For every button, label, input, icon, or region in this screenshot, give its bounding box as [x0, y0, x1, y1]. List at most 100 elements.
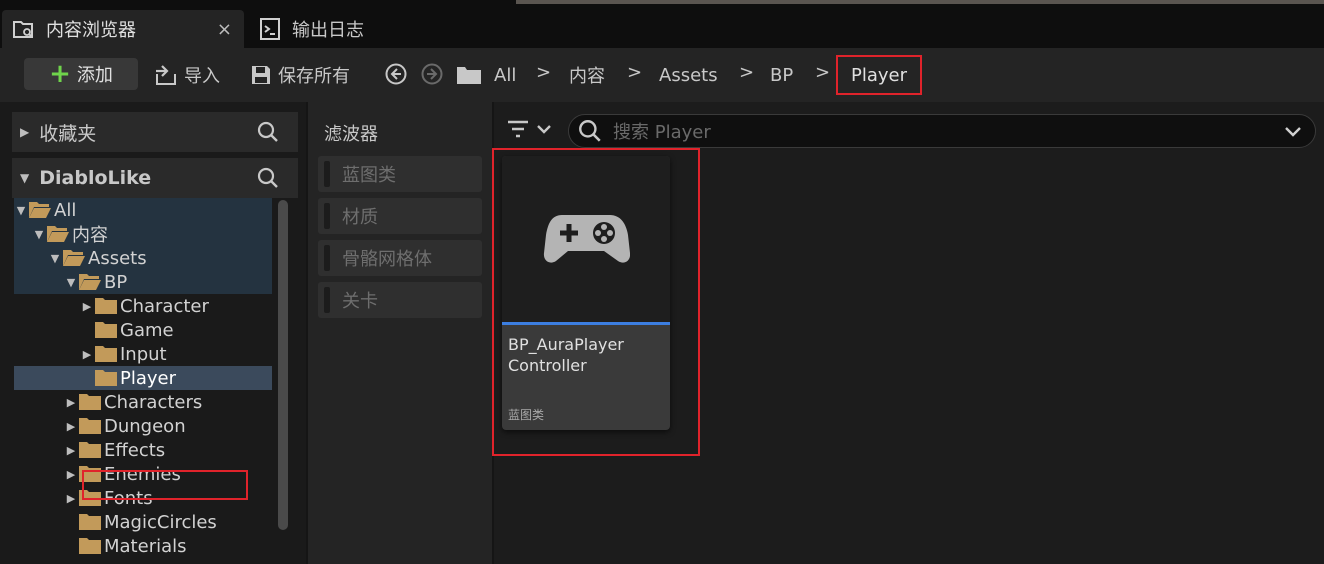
chevron-down-icon[interactable]: ▼ [64, 276, 78, 289]
back-icon[interactable] [385, 63, 407, 85]
chevron-right-icon[interactable]: ▶ [64, 396, 78, 409]
add-label: 添加 [76, 65, 113, 86]
tab-label: 输出日志 [292, 20, 364, 41]
favorites-header[interactable]: ▶ 收藏夹 [12, 112, 298, 152]
folder-icon [79, 514, 101, 530]
project-label: DiabloLike [39, 167, 152, 189]
search-input[interactable]: 搜索 Player [568, 114, 1316, 148]
filter-icon[interactable] [506, 118, 554, 140]
tree-item-game[interactable]: Game [14, 318, 272, 342]
asset-type: 蓝图类 [508, 408, 545, 422]
favorites-label: 收藏夹 [39, 122, 97, 145]
filter-toggle [324, 245, 330, 271]
filter-blueprint-class[interactable]: 蓝图类 [318, 156, 482, 192]
chevron-right-icon[interactable]: ▶ [80, 300, 94, 313]
import-label: 导入 [184, 66, 220, 87]
filter-toggle [324, 161, 330, 187]
search-placeholder: 搜索 Player [613, 122, 711, 143]
tree-item-player[interactable]: Player [14, 366, 272, 390]
chevron-right-icon: > [739, 62, 755, 83]
breadcrumb-assets[interactable]: Assets [659, 62, 718, 88]
filter-label: 骨骼网格体 [342, 249, 432, 270]
search-icon[interactable] [256, 166, 280, 190]
folder-open-icon [47, 226, 69, 242]
import-button[interactable]: 导入 [154, 62, 220, 88]
filter-label: 关卡 [342, 291, 378, 312]
folder-tree: ▼ All ▼ 内容 ▼ Assets ▼ BP ▶ Character Game ▶ Input Pla… [14, 198, 272, 564]
tree-item-label: Assets [88, 247, 147, 269]
asset-tile[interactable]: BP_AuraPlayer Controller 蓝图类 [502, 156, 670, 430]
tab-bar: 内容浏览器 × 输出日志 [0, 0, 1324, 48]
chevron-right-icon[interactable]: ▶ [80, 348, 94, 361]
tree-item-内容[interactable]: ▼ 内容 [14, 222, 272, 246]
close-icon[interactable]: × [217, 19, 232, 40]
search-icon [579, 120, 601, 142]
chevron-down-icon: ▼ [20, 171, 30, 185]
tree-item-character[interactable]: ▶ Character [14, 294, 272, 318]
save-icon [252, 66, 270, 84]
chevron-right-icon: > [536, 62, 552, 83]
tree-item-materials[interactable]: Materials [14, 534, 272, 558]
tree-item-effects[interactable]: ▶ Effects [14, 438, 272, 462]
folder-open-icon [63, 250, 85, 266]
tree-item-dungeon[interactable]: ▶ Dungeon [14, 414, 272, 438]
chevron-right-icon: > [815, 62, 831, 83]
chevron-right-icon[interactable]: ▶ [64, 420, 78, 433]
tree-item-all[interactable]: ▼ All [14, 198, 272, 222]
chevron-right-icon[interactable]: ▶ [64, 492, 78, 505]
tree-item-label: Dungeon [104, 415, 186, 437]
tree-item-label: Input [120, 343, 167, 365]
tree-item-label: Game [120, 319, 174, 341]
tab-content-browser[interactable]: 内容浏览器 × [2, 10, 244, 48]
folder-icon [79, 418, 101, 434]
chevron-down-icon[interactable] [1283, 121, 1303, 141]
output-log-icon [258, 17, 282, 41]
chevron-right-icon[interactable]: ▶ [64, 444, 78, 457]
tree-item-assets[interactable]: ▼ Assets [14, 246, 272, 270]
save-all-button[interactable]: 保存所有 [250, 62, 350, 88]
forward-icon[interactable] [421, 63, 443, 85]
tab-output-log[interactable]: 输出日志 [250, 10, 420, 48]
tree-item-characters[interactable]: ▶ Characters [14, 390, 272, 414]
chevron-right-icon: ▶ [20, 125, 30, 139]
folder-icon [95, 298, 117, 314]
filter-material[interactable]: 材质 [318, 198, 482, 234]
viewport-strip [516, 0, 1324, 4]
tree-item-magiccircles[interactable]: MagicCircles [14, 510, 272, 534]
content-browser-icon [12, 17, 36, 41]
breadcrumb-player[interactable]: Player [836, 55, 922, 95]
plus-icon: + [49, 59, 71, 89]
tree-item-bp[interactable]: ▼ BP [14, 270, 272, 294]
asset-type-bar [502, 322, 670, 325]
breadcrumb-content[interactable]: 内容 [569, 62, 605, 88]
tree-scrollbar[interactable] [278, 200, 288, 530]
sources-panel: ▶ 收藏夹 ▼ DiabloLike ▼ All ▼ 内容 ▼ Assets ▼ BP ▶ Cha… [0, 102, 306, 564]
chevron-down-icon[interactable]: ▼ [32, 228, 46, 241]
import-icon [156, 65, 176, 85]
filter-toggle [324, 287, 330, 313]
tree-item-label: All [54, 199, 77, 221]
filter-level[interactable]: 关卡 [318, 282, 482, 318]
chevron-down-icon[interactable]: ▼ [48, 252, 62, 265]
breadcrumb-bp[interactable]: BP [770, 62, 793, 88]
breadcrumb-all[interactable]: All [494, 62, 516, 88]
tree-item-label: MagicCircles [104, 511, 217, 533]
tree-item-label: Characters [104, 391, 203, 413]
filter-skeletal-mesh[interactable]: 骨骼网格体 [318, 240, 482, 276]
folder-icon [79, 538, 101, 554]
search-icon[interactable] [256, 120, 280, 144]
asset-name: BP_AuraPlayer Controller [508, 335, 624, 375]
folder-icon [95, 370, 117, 386]
add-button[interactable]: + 添加 [24, 58, 138, 90]
tree-item-label: Effects [104, 439, 166, 461]
search-bar: 搜索 Player [494, 110, 1324, 150]
chevron-down-icon[interactable]: ▼ [14, 204, 28, 217]
tree-item-input[interactable]: ▶ Input [14, 342, 272, 366]
toolbar: + 添加 导入 保存所有 All > 内容 > Assets > BP > Pl… [0, 48, 1324, 102]
filter-label: 蓝图类 [342, 165, 396, 186]
save-all-label: 保存所有 [278, 66, 350, 87]
project-header[interactable]: ▼ DiabloLike [12, 158, 298, 198]
chevron-right-icon[interactable]: ▶ [64, 468, 78, 481]
folder-icon [95, 346, 117, 362]
tree-item-label: Character [120, 295, 209, 317]
